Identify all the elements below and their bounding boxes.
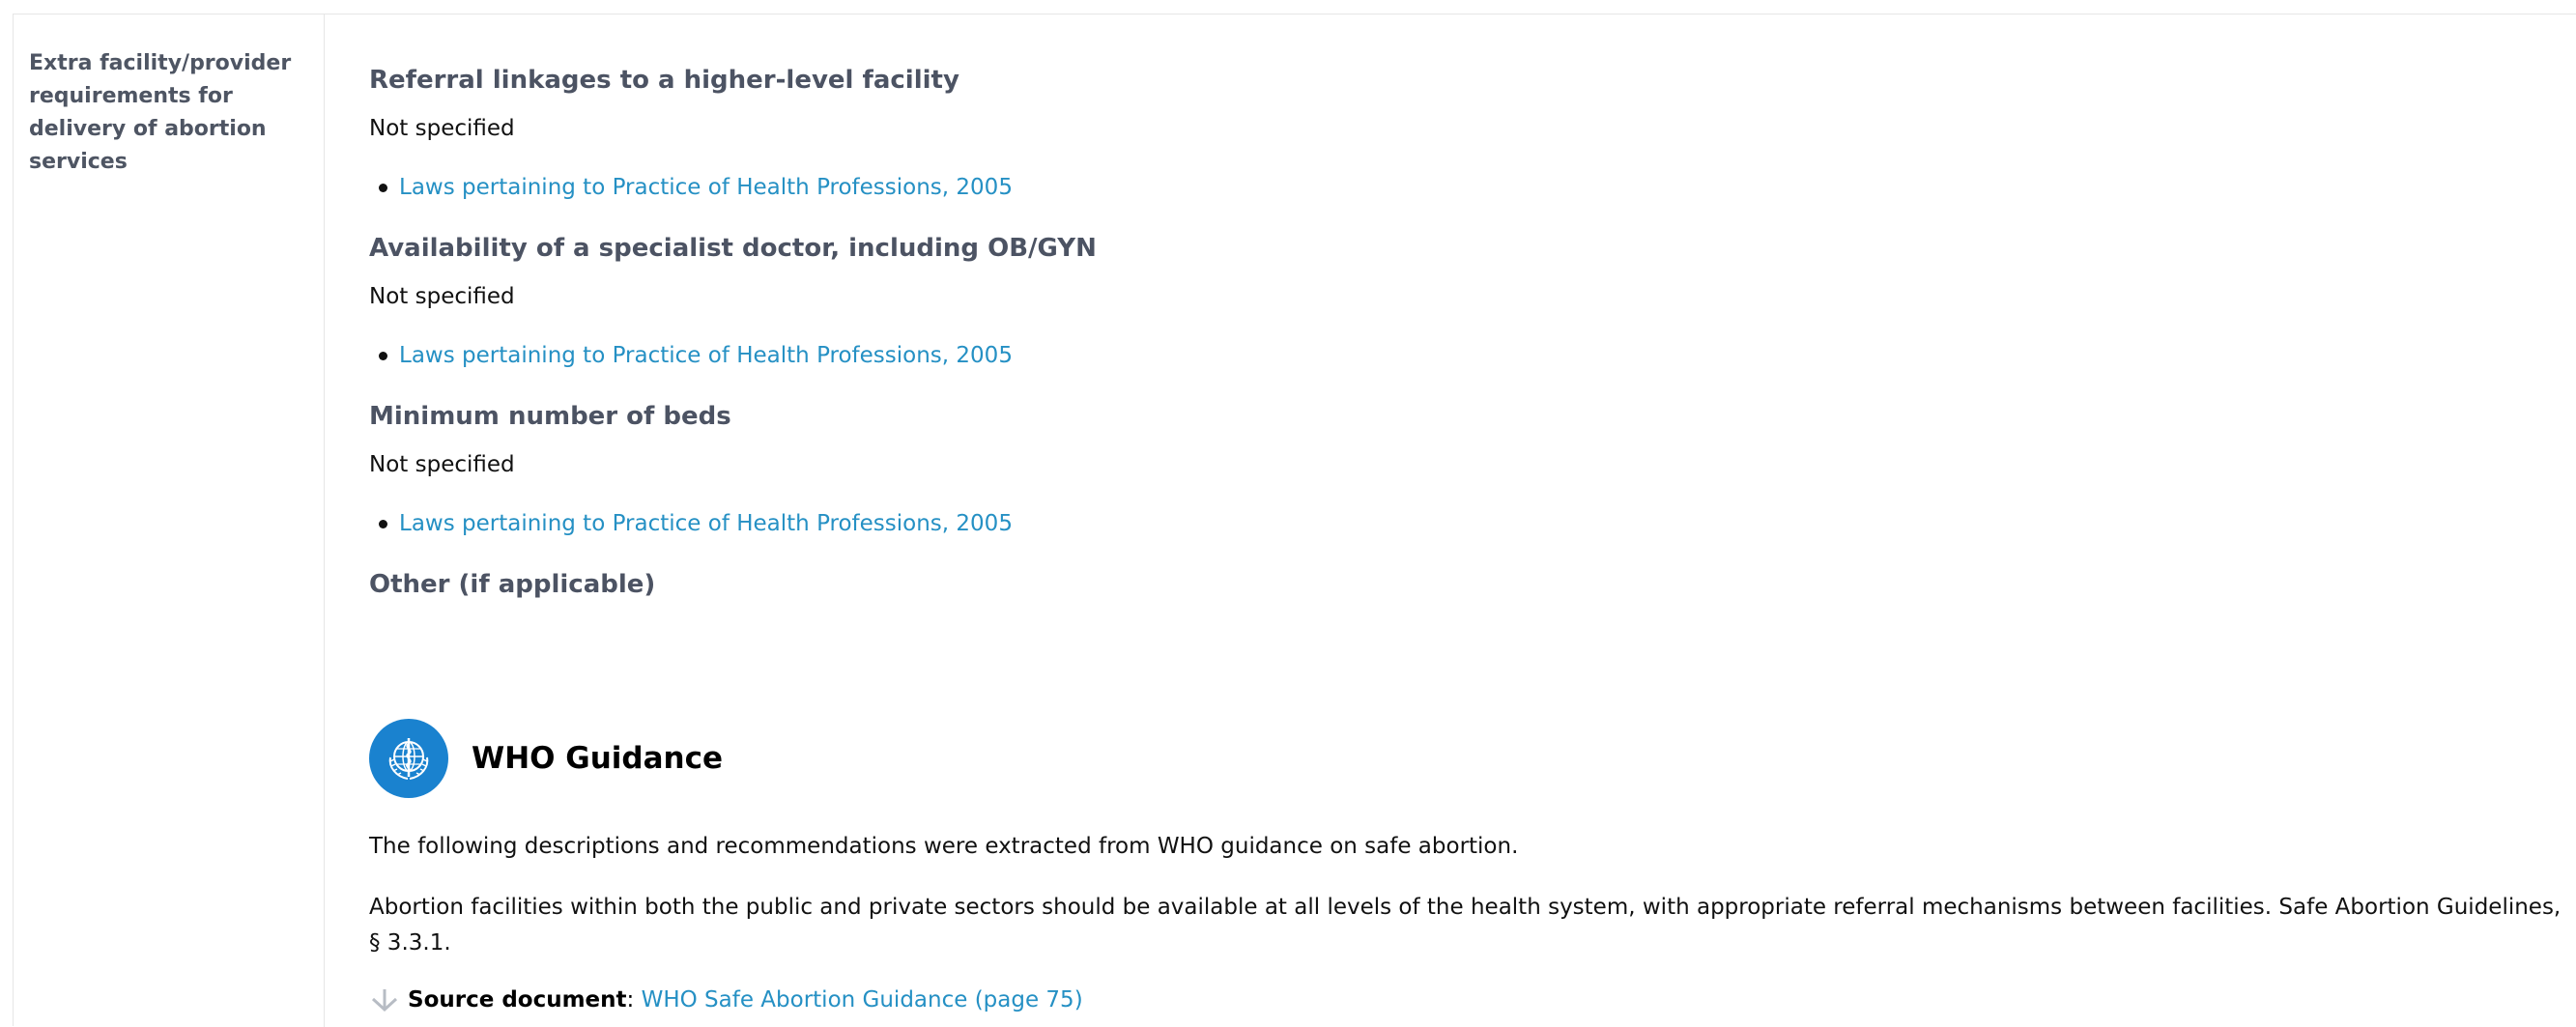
row-label-line: services xyxy=(29,150,128,174)
source-document-line: Source document: WHO Safe Abortion Guida… xyxy=(369,987,1083,1013)
source-separator: : xyxy=(626,987,635,1013)
bullet-dot xyxy=(379,351,387,360)
who-intro-text: The following descriptions and recommend… xyxy=(369,834,1519,859)
source-document-link[interactable]: WHO Safe Abortion Guidance (page 75) xyxy=(642,987,1083,1013)
source-document-label: Source document xyxy=(408,987,627,1013)
bullet-dot xyxy=(379,519,387,528)
row-label-line: requirements for xyxy=(29,84,233,108)
list-item: Laws pertaining to Practice of Health Pr… xyxy=(379,511,1013,536)
section-value: Not specified xyxy=(369,284,515,309)
section-heading-beds: Minimum number of beds xyxy=(369,402,731,431)
list-item: Laws pertaining to Practice of Health Pr… xyxy=(379,343,1013,368)
law-link[interactable]: Laws pertaining to Practice of Health Pr… xyxy=(399,511,1013,536)
section-value: Not specified xyxy=(369,116,515,141)
section-heading-specialist: Availability of a specialist doctor, inc… xyxy=(369,234,1097,263)
who-guidance-header: WHO Guidance xyxy=(369,719,723,798)
requirements-table: Extra facility/provider requirements for… xyxy=(13,14,2576,1027)
section-heading-other: Other (if applicable) xyxy=(369,570,656,599)
list-item: Laws pertaining to Practice of Health Pr… xyxy=(379,175,1013,200)
law-link[interactable]: Laws pertaining to Practice of Health Pr… xyxy=(399,343,1013,368)
row-label-line: Extra facility/provider xyxy=(29,51,292,75)
row-label-cell: Extra facility/provider requirements for… xyxy=(14,14,325,1027)
who-emblem-icon xyxy=(369,719,448,798)
who-guidance-title: WHO Guidance xyxy=(472,741,724,776)
row-label-line: delivery of abortion xyxy=(29,117,267,141)
who-guidance-text: Abortion facilities within both the publ… xyxy=(369,895,2562,956)
law-link[interactable]: Laws pertaining to Practice of Health Pr… xyxy=(399,175,1013,200)
download-arrow-icon xyxy=(369,987,400,1013)
bullet-dot xyxy=(379,183,387,192)
section-heading-referral: Referral linkages to a higher-level faci… xyxy=(369,66,959,95)
section-value: Not specified xyxy=(369,452,515,477)
